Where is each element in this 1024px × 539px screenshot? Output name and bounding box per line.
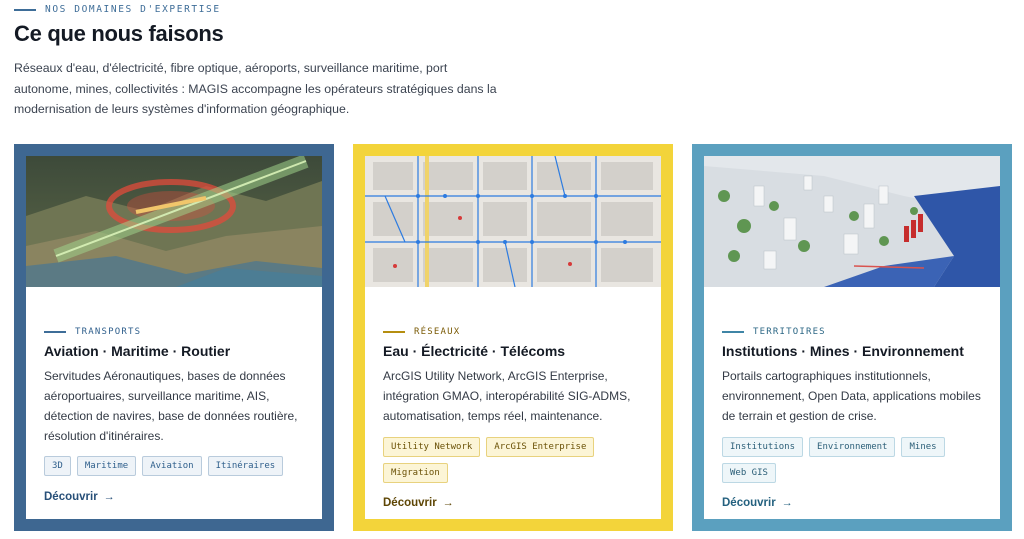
tag-label: TERRITOIRES [753,327,826,337]
card-tag: TERRITOIRES [722,327,826,337]
discover-link-reseaux[interactable]: Découvrir → [383,497,454,509]
discover-label: Découvrir [383,497,437,509]
discover-link-territoires[interactable]: Découvrir → [722,497,793,509]
chip: Institutions [722,437,804,457]
tag-rule [44,331,66,333]
eyebrow-rule [14,8,36,11]
chip-list: Institutions Environnement Mines Web GIS [722,437,992,489]
card-description: Servitudes Aéronautiques, bases de donné… [44,369,298,443]
chip: Aviation [142,456,202,476]
chip: Web GIS [722,463,776,483]
tag-label: TRANSPORTS [75,327,142,337]
utility-network-map-icon [365,156,661,287]
tag-rule [383,331,405,333]
card-transports: TRANSPORTS Aviation · Maritime · Routier… [14,144,334,531]
chip: ArcGIS Enterprise [486,437,595,457]
3d-terrain-aviation-icon [26,156,322,287]
chip: Maritime [76,456,137,476]
discover-link-transports[interactable]: Découvrir → [44,491,115,503]
arrow-right-icon: → [103,491,115,503]
card-territoires-body: TERRITOIRES Institutions · Mines · Envir… [704,156,1000,519]
intro-text: Réseaux d'eau, d'électricité, fibre opti… [14,61,497,116]
3d-city-model-icon [704,156,1000,287]
section-eyebrow: NOS DOMAINES D'EXPERTISE [14,4,221,15]
chip-list: 3D Maritime Aviation Itinéraires [44,456,314,482]
card-title: Aviation · Maritime · Routier [44,343,231,359]
card-transports-body: TRANSPORTS Aviation · Maritime · Routier… [26,156,322,519]
tag-label: RÉSEAUX [414,327,461,337]
page-title: Ce que nous faisons [14,21,224,46]
eyebrow-label: NOS DOMAINES D'EXPERTISE [45,4,221,15]
chip: 3D [44,456,71,476]
card-tag: RÉSEAUX [383,327,460,337]
card-title: Institutions · Mines · Environnement [722,343,964,359]
chip-list: Utility Network ArcGIS Enterprise Migrat… [383,437,653,489]
card-title: Eau · Électricité · Télécoms [383,343,566,359]
card-description: Portails cartographiques institutionnels… [722,369,981,423]
chip: Environnement [809,437,896,457]
tag-rule [722,331,744,333]
card-reseaux-body: RÉSEAUX Eau · Électricité · Télécoms Arc… [365,156,661,519]
card-description: ArcGIS Utility Network, ArcGIS Enterpris… [383,369,631,423]
card-reseaux: RÉSEAUX Eau · Électricité · Télécoms Arc… [353,144,673,531]
discover-label: Découvrir [44,491,98,503]
arrow-right-icon: → [442,497,454,509]
chip: Itinéraires [207,456,284,476]
card-tag: TRANSPORTS [44,327,141,337]
chip: Migration [383,463,448,483]
chip: Utility Network [383,437,481,457]
chip: Mines [901,437,945,457]
discover-label: Découvrir [722,497,776,509]
card-territoires: TERRITOIRES Institutions · Mines · Envir… [692,144,1012,531]
arrow-right-icon: → [781,497,793,509]
